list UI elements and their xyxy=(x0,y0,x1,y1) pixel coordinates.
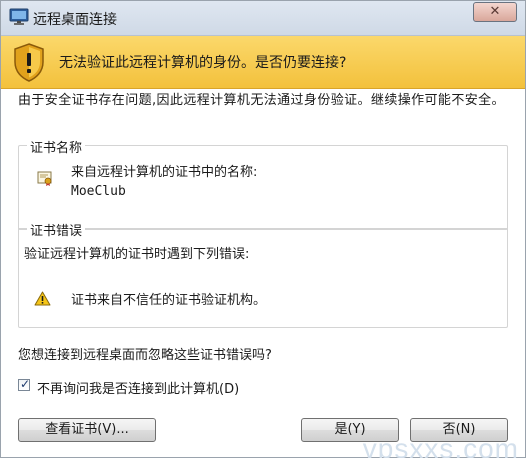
no-button[interactable]: 否(N) xyxy=(410,418,508,442)
warning-message: 无法验证此远程计算机的身份。是否仍要连接? xyxy=(59,55,347,71)
dialog-content: 由于安全证书存在问题,因此远程计算机无法通过身份验证。继续操作可能不安全。 证书… xyxy=(1,89,525,458)
yes-button[interactable]: 是(Y) xyxy=(301,418,399,442)
ignore-errors-question: 您想连接到远程桌面而忽略这些证书错误吗? xyxy=(18,348,272,363)
certificate-errors-group: 证书错误 验证远程计算机的证书时遇到下列错误: 证书来自不信任的证书验证机构。 xyxy=(18,220,508,328)
close-icon: ✕ xyxy=(489,4,501,19)
warning-icon xyxy=(34,291,51,306)
remote-desktop-icon xyxy=(9,8,29,26)
certificate-name-group: 证书名称 来自远程计算机的证书中的名称: MoeClub xyxy=(18,137,508,230)
dont-ask-again-checkbox[interactable]: ✓ xyxy=(18,377,31,391)
certificate-error-item: 证书来自不信任的证书验证机构。 xyxy=(71,293,267,308)
certificate-name-label: 来自远程计算机的证书中的名称: xyxy=(71,165,258,180)
dont-ask-again-label[interactable]: 不再询问我是否连接到此计算机(D) xyxy=(37,378,239,397)
description-text: 由于安全证书存在问题,因此远程计算机无法通过身份验证。继续操作可能不安全。 xyxy=(18,93,505,108)
certificate-icon xyxy=(37,170,53,186)
certificate-name-legend: 证书名称 xyxy=(27,137,86,156)
certificate-errors-intro: 验证远程计算机的证书时遇到下列错误: xyxy=(24,247,250,262)
title-bar: 远程桌面连接 ✕ xyxy=(1,1,525,36)
certificate-errors-legend: 证书错误 xyxy=(27,220,86,239)
certificate-name-value: MoeClub xyxy=(71,184,126,199)
warning-banner: 无法验证此远程计算机的身份。是否仍要连接? xyxy=(1,36,525,89)
remote-desktop-dialog: 远程桌面连接 ✕ 无法验证此远程计算机的身份。是否仍要连接? 由于安全证书存在问… xyxy=(0,0,526,458)
shield-warning-icon xyxy=(12,42,46,82)
window-title: 远程桌面连接 xyxy=(33,12,117,28)
checkmark-icon: ✓ xyxy=(20,377,31,391)
group-divider xyxy=(18,228,508,229)
view-certificate-button[interactable]: 查看证书(V)... xyxy=(18,418,156,442)
close-button[interactable]: ✕ xyxy=(473,2,517,22)
